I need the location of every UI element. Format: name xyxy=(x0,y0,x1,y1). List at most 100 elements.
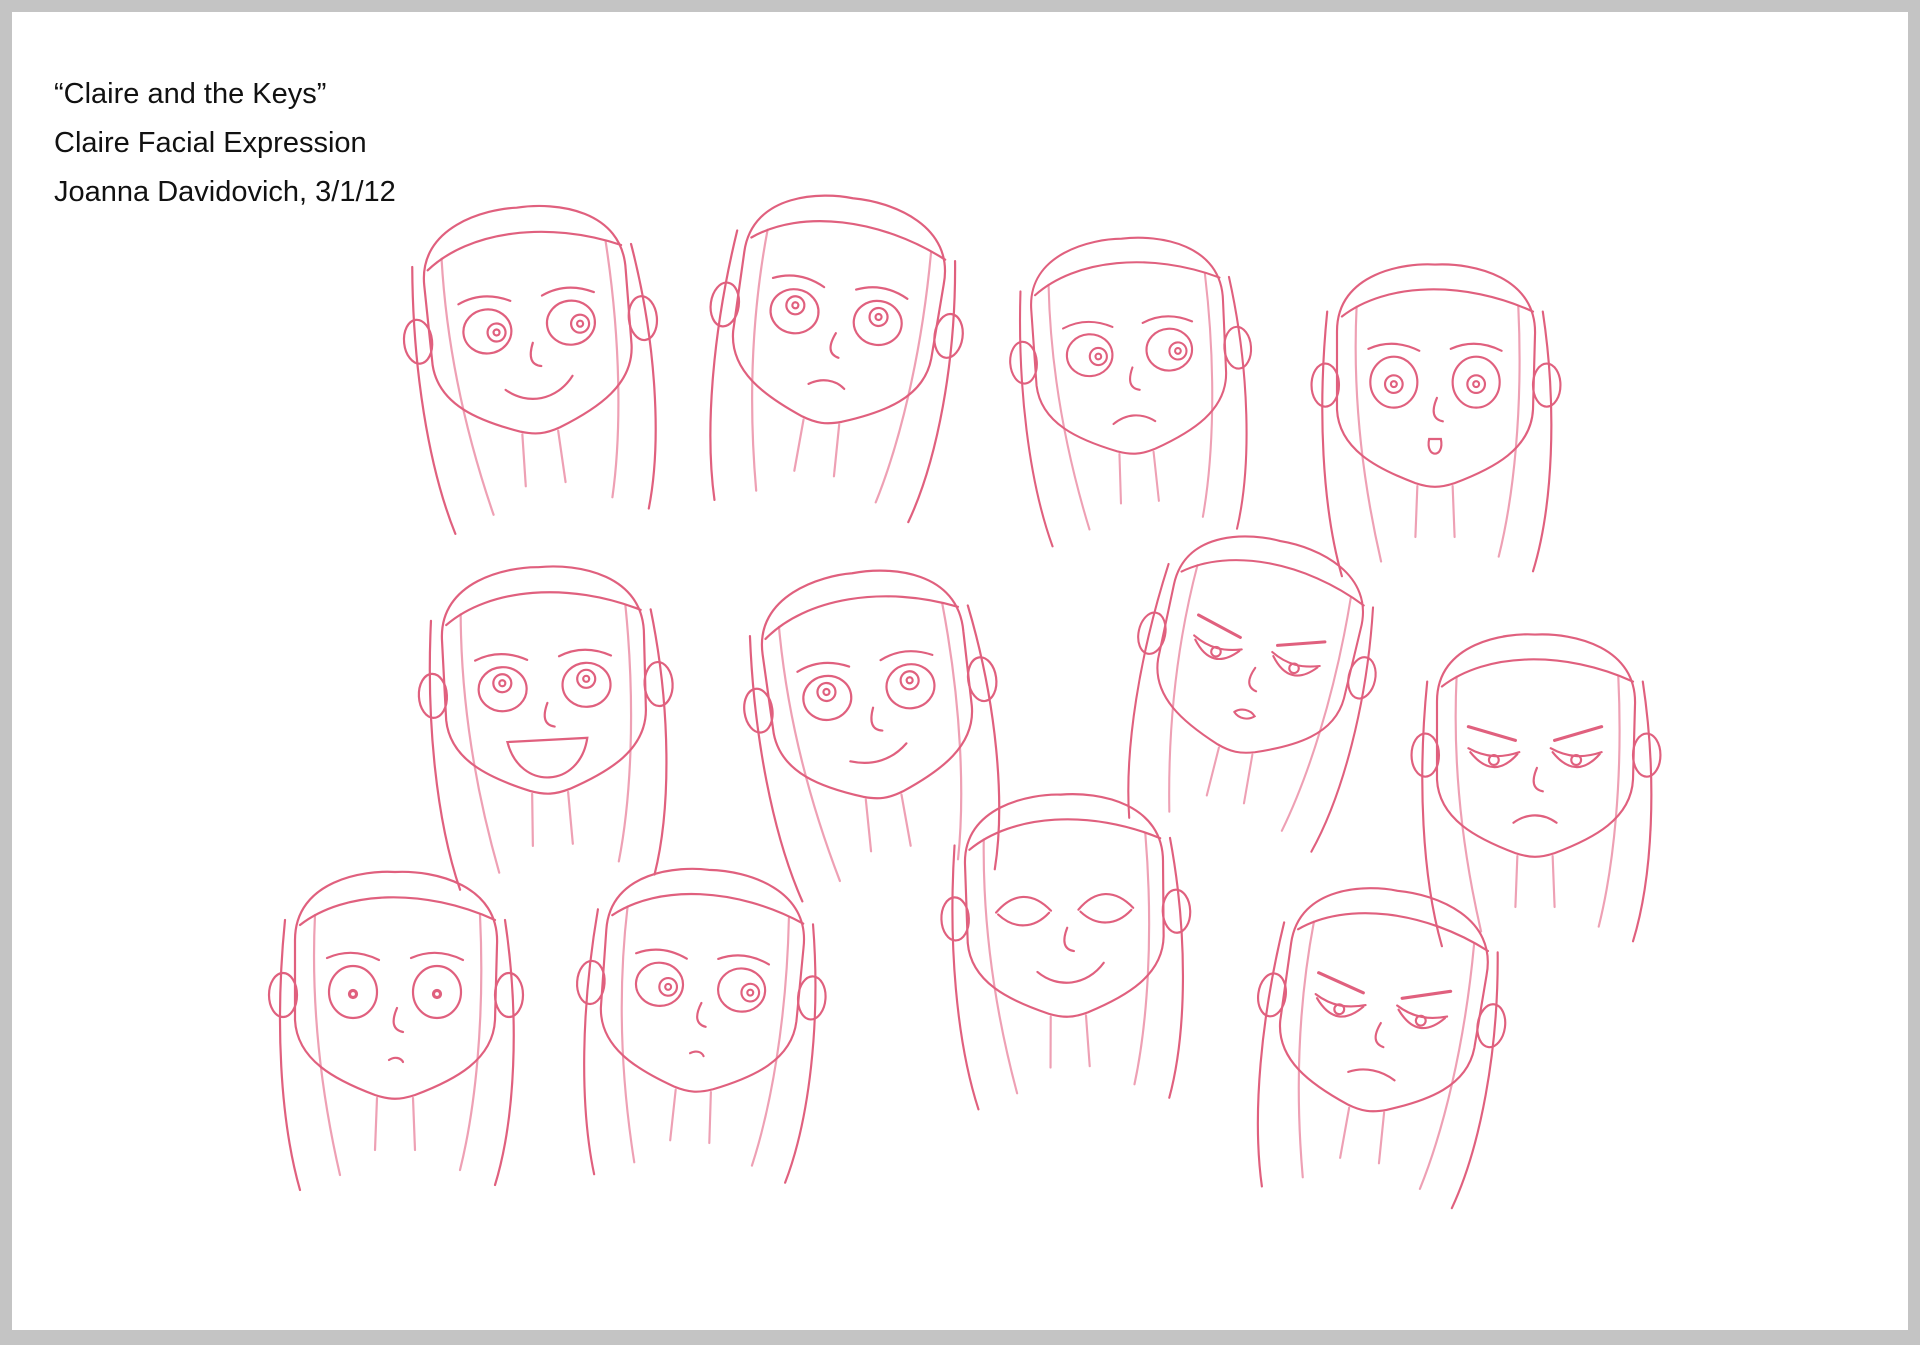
neck-right xyxy=(900,793,912,847)
nose xyxy=(1374,1021,1385,1049)
hair-inner-left xyxy=(750,228,769,492)
neck-left xyxy=(1049,1015,1052,1069)
eye-right-pupil xyxy=(1288,662,1300,675)
eye-right-brow xyxy=(879,650,934,662)
bangs-line xyxy=(426,230,623,272)
eye-right-pupil xyxy=(905,676,914,685)
face-sketch-surprised xyxy=(1310,263,1562,578)
head-outline xyxy=(423,204,633,435)
hair-left-strand xyxy=(709,229,739,502)
nose xyxy=(1063,926,1076,953)
face-sketch-content xyxy=(940,793,1192,1111)
bangs-line xyxy=(298,896,497,927)
bangs-line xyxy=(445,591,642,627)
neck-right xyxy=(708,1090,712,1145)
nose xyxy=(1248,666,1258,693)
eye-left-lid xyxy=(997,911,1051,927)
head-outline xyxy=(293,870,499,1100)
eye-right-pupil xyxy=(1414,1014,1427,1027)
ear-left xyxy=(1310,362,1341,408)
hair-left-strand xyxy=(1127,562,1170,819)
eye-left-lower xyxy=(1315,997,1365,1018)
eye-right-iris xyxy=(899,670,920,691)
mouth xyxy=(1512,814,1558,824)
eye-left-iris xyxy=(492,673,513,694)
eye-right-pupil xyxy=(432,989,442,999)
head-outline xyxy=(440,565,648,795)
eye-right xyxy=(561,661,612,708)
mouth xyxy=(688,1050,705,1058)
eye-right-pupil xyxy=(874,312,883,322)
eye-left-pupil xyxy=(791,301,800,310)
face-sketch-doubtful xyxy=(1009,236,1253,548)
eye-right xyxy=(885,663,936,710)
head-outline xyxy=(1030,236,1228,455)
ear-left xyxy=(940,896,970,942)
hair-left-strand xyxy=(1321,310,1343,578)
neck-left xyxy=(531,792,534,847)
eye-left-brow xyxy=(1317,971,1365,995)
ear-right xyxy=(493,971,525,1019)
neck-right xyxy=(557,429,567,484)
hair-inner-right xyxy=(1201,272,1214,518)
hair-inner-right xyxy=(750,916,790,1167)
neck-left xyxy=(669,1088,677,1142)
eye-right-pupil xyxy=(1174,347,1182,355)
hair-left-strand xyxy=(278,918,302,1192)
eye-right-brow xyxy=(1141,315,1194,324)
mouth xyxy=(1347,1068,1396,1082)
ear-right xyxy=(643,660,674,708)
neck-left xyxy=(1414,484,1419,539)
eye-left xyxy=(477,666,528,713)
bangs-line xyxy=(611,892,805,925)
mouth xyxy=(1233,708,1257,720)
neck-right xyxy=(1451,484,1456,539)
neck-left xyxy=(793,418,805,472)
eye-left-iris xyxy=(785,295,806,316)
eye-right-brow xyxy=(855,286,909,300)
nose xyxy=(870,706,884,732)
eye-left-brow xyxy=(1367,342,1421,352)
eye-right xyxy=(1077,893,1135,911)
hair-inner-right xyxy=(458,913,483,1172)
nose xyxy=(1532,766,1544,793)
eye-right-brow xyxy=(1449,342,1503,352)
nose xyxy=(543,701,556,728)
eye-right-brow xyxy=(1400,989,1453,1000)
hair-inner-right xyxy=(1133,832,1151,1086)
eye-left xyxy=(769,288,820,335)
eye-right xyxy=(852,299,903,347)
hair-inner-left xyxy=(1297,920,1316,1179)
hair-left-strand xyxy=(1018,290,1054,548)
mouth xyxy=(504,374,574,400)
eye-right-brow xyxy=(1553,725,1604,742)
eye-right-brow xyxy=(540,286,595,297)
neck-left xyxy=(373,1096,379,1152)
mouth xyxy=(506,736,589,779)
hair-inner-left xyxy=(982,838,1019,1095)
eye-left-brow xyxy=(1197,613,1242,639)
eye-right-pupil xyxy=(582,674,591,683)
hair-inner-right xyxy=(941,602,963,861)
eye-left-brow xyxy=(771,274,826,289)
hair-right-strand xyxy=(1168,836,1185,1099)
eye-left-brow xyxy=(1061,320,1114,330)
sketch-sheet xyxy=(267,194,1662,1210)
eye-right-iris xyxy=(1168,341,1188,361)
eye-left-pupil xyxy=(1094,352,1103,361)
head-outline xyxy=(1435,633,1637,858)
neck-right xyxy=(1084,1014,1091,1068)
ear-right xyxy=(1223,325,1253,370)
bangs-line xyxy=(1340,288,1535,318)
hair-right-strand xyxy=(1631,680,1653,943)
eye-left-iris xyxy=(1383,374,1404,395)
hair-inner-left xyxy=(1047,283,1091,531)
eye-right-brow xyxy=(717,954,771,966)
eye-left-pupil xyxy=(498,679,507,688)
ear-right xyxy=(1476,1003,1507,1049)
eye-right-lower xyxy=(1397,1008,1446,1030)
eye-right-lower xyxy=(1272,655,1319,677)
nose xyxy=(1129,366,1141,391)
mouth xyxy=(849,742,908,764)
eye-left-pupil xyxy=(348,989,358,999)
